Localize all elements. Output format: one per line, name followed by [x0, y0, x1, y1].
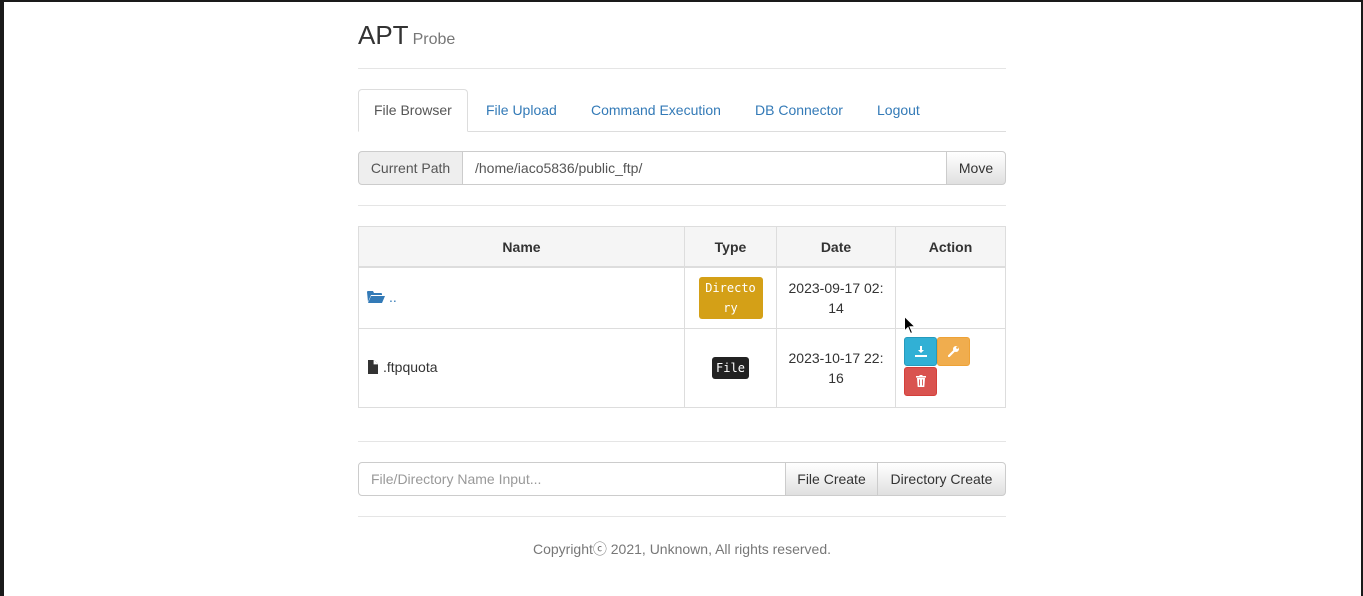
folder-open-icon	[367, 290, 385, 307]
file-create-button[interactable]: File Create	[785, 462, 878, 496]
action-cell	[895, 328, 1006, 408]
header-divider	[358, 68, 1006, 69]
mouse-cursor-icon	[904, 315, 917, 338]
download-icon	[914, 344, 927, 360]
table-row: .ftpquota File 2023-10-17 22:16	[358, 328, 1006, 408]
brand-title: APT	[358, 20, 409, 50]
tab-file-upload[interactable]: File Upload	[471, 89, 572, 130]
window-frame-left	[0, 0, 4, 596]
name-input-field[interactable]	[358, 462, 786, 496]
current-path-group: Current Path Move	[358, 151, 1006, 185]
parent-directory-link[interactable]: ..	[389, 289, 397, 305]
column-header-name: Name	[358, 226, 685, 268]
type-badge-directory: Directory	[698, 277, 763, 319]
tab-command-execution[interactable]: Command Execution	[576, 89, 736, 130]
wrench-icon	[947, 344, 960, 360]
table-header-row: Name Type Date Action	[358, 226, 1006, 268]
tab-file-browser[interactable]: File Browser	[358, 89, 468, 132]
column-header-date: Date	[776, 226, 896, 268]
column-header-type: Type	[684, 226, 777, 268]
download-button[interactable]	[904, 337, 937, 366]
type-cell: File	[684, 328, 777, 408]
delete-button[interactable]	[904, 367, 937, 396]
footer-copyright: Copyrightⓒ 2021, Unknown, All rights res…	[532, 541, 832, 557]
file-icon	[367, 359, 379, 377]
nav-tabs: File Browser File Upload Command Executi…	[358, 89, 1006, 132]
footer-divider	[358, 516, 1006, 517]
window-frame-top	[0, 0, 1363, 2]
date-cell: 2023-09-17 02:14	[776, 266, 896, 329]
date-text: 2023-10-17 22:16	[788, 350, 884, 386]
table-divider	[358, 441, 1006, 442]
path-divider	[358, 205, 1006, 206]
current-path-label: Current Path	[358, 151, 463, 185]
name-cell: .ftpquota	[358, 328, 685, 408]
trash-icon	[915, 374, 926, 390]
create-group: File Create Directory Create	[358, 462, 1006, 496]
current-path-input[interactable]	[462, 151, 947, 185]
page-header: APT Probe	[358, 20, 455, 51]
type-cell: Directory	[684, 266, 777, 329]
tab-db-connector[interactable]: DB Connector	[740, 89, 858, 130]
date-text: 2023-09-17 02:14	[788, 280, 884, 316]
file-name[interactable]: .ftpquota	[383, 359, 438, 375]
column-header-action: Action	[895, 226, 1006, 268]
directory-create-button[interactable]: Directory Create	[877, 462, 1006, 496]
move-button[interactable]: Move	[946, 151, 1006, 185]
type-badge-file: File	[712, 357, 749, 379]
date-cell: 2023-10-17 22:16	[776, 328, 896, 408]
name-cell: ..	[358, 266, 685, 329]
brand-subtitle: Probe	[412, 31, 456, 48]
tab-logout[interactable]: Logout	[862, 89, 935, 130]
edit-button[interactable]	[937, 337, 970, 366]
